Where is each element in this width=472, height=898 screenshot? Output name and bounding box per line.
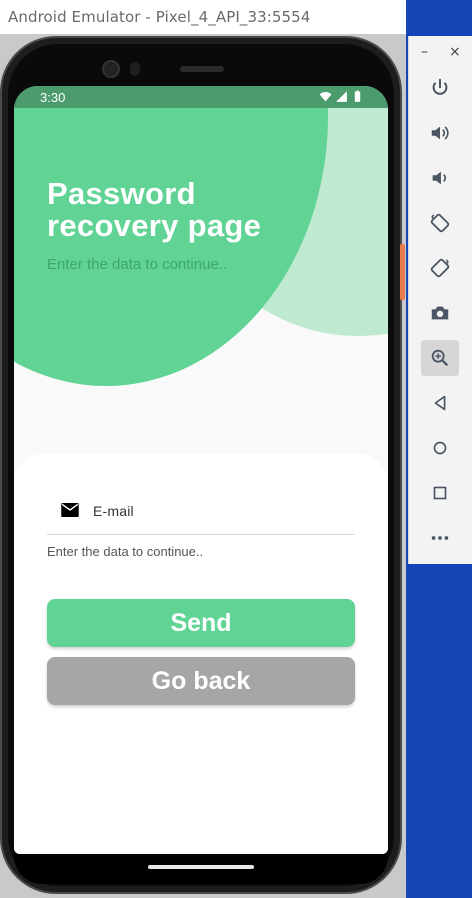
rotate-right-button[interactable]	[421, 250, 459, 286]
phone-side-key[interactable]	[400, 244, 405, 300]
home-button[interactable]	[421, 430, 459, 466]
email-field-label: E-mail	[93, 503, 134, 519]
go-back-button[interactable]: Go back	[47, 657, 355, 705]
send-button[interactable]: Send	[47, 599, 355, 647]
close-button[interactable]: ×	[449, 44, 461, 60]
window-title: Android Emulator - Pixel_4_API_33:5554	[8, 8, 311, 26]
more-button[interactable]	[421, 520, 459, 556]
status-icons	[319, 90, 364, 103]
volume-up-icon	[431, 126, 449, 140]
volume-up-button[interactable]	[421, 115, 459, 151]
overview-button[interactable]	[421, 475, 459, 511]
signal-icon	[336, 91, 347, 102]
home-icon	[433, 441, 447, 455]
status-bar: 3:30	[14, 86, 388, 108]
page-title: Password recovery page	[47, 178, 261, 242]
status-time: 3:30	[40, 90, 66, 105]
earpiece-speaker	[180, 66, 224, 72]
more-icon	[431, 536, 449, 540]
front-camera	[102, 60, 120, 78]
volume-down-button[interactable]	[421, 160, 459, 196]
rotate-right-icon	[430, 258, 450, 278]
rotate-left-button[interactable]	[421, 205, 459, 241]
wifi-icon	[319, 91, 332, 102]
device-screen: 3:30 Password recovery page Enter the da…	[14, 86, 388, 854]
email-hint: Enter the data to continue..	[47, 544, 204, 559]
page-subtitle: Enter the data to continue..	[47, 256, 228, 273]
navigation-bar	[14, 854, 388, 884]
back-icon	[434, 395, 446, 411]
zoom-icon	[431, 349, 449, 367]
minimize-button[interactable]: –	[421, 44, 428, 60]
face-sensor	[130, 62, 140, 76]
rotate-left-icon	[430, 213, 450, 233]
page-title-line2: recovery page	[47, 208, 262, 243]
toolbar-window-controls: – ×	[409, 44, 472, 64]
screenshot-button[interactable]	[421, 295, 459, 331]
zoom-button[interactable]	[421, 340, 459, 376]
emulator-toolbar: – ×	[408, 36, 472, 564]
window-titlebar[interactable]: Android Emulator - Pixel_4_API_33:5554	[0, 0, 406, 34]
volume-down-icon	[432, 171, 446, 185]
mail-icon	[61, 503, 79, 517]
page-title-line1: Password	[47, 176, 196, 211]
back-button[interactable]	[421, 385, 459, 421]
battery-icon	[354, 90, 361, 102]
camera-icon	[431, 306, 449, 320]
email-field[interactable]: E-mail	[47, 497, 355, 535]
power-button[interactable]	[421, 70, 459, 106]
gesture-handle[interactable]	[148, 865, 254, 869]
overview-icon	[433, 486, 447, 500]
power-icon	[432, 78, 448, 95]
form-card: E-mail Enter the data to continue.. Send…	[14, 454, 388, 854]
emulator-window: Android Emulator - Pixel_4_API_33:5554 –…	[0, 0, 472, 898]
